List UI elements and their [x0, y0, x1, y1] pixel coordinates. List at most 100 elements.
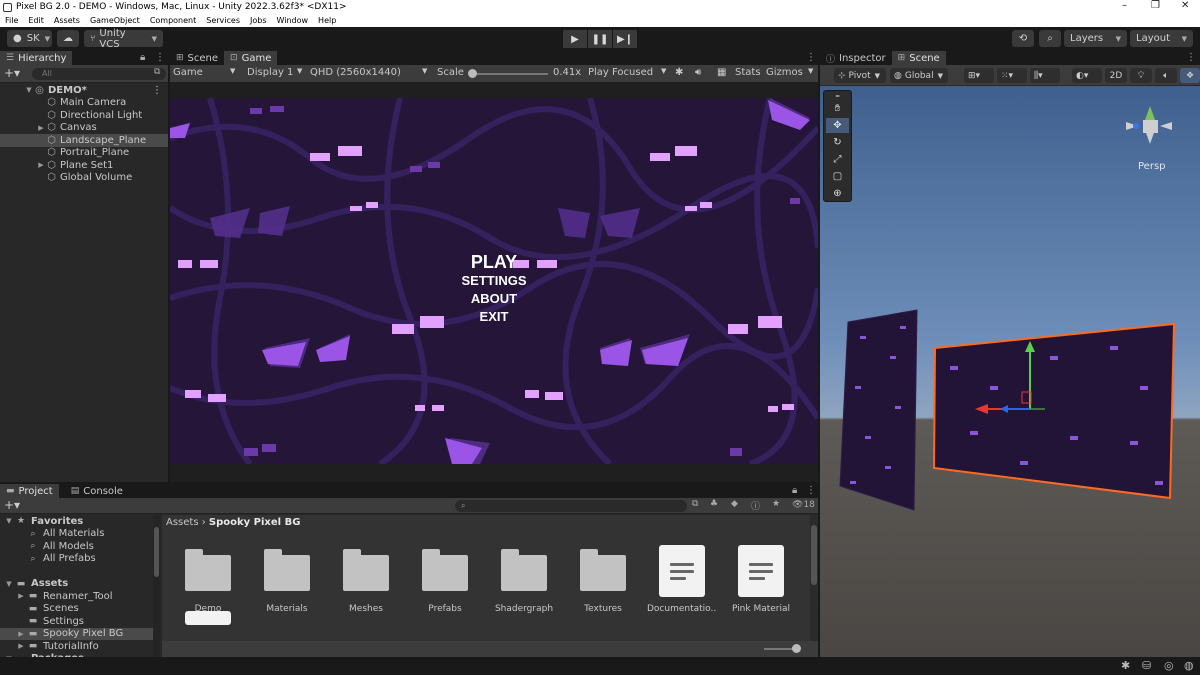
menu-services[interactable]: Services	[206, 16, 240, 25]
account-dropdown[interactable]: ● SK ▼	[7, 30, 52, 47]
project-search-input[interactable]: ⌕	[455, 500, 687, 512]
asset-item[interactable]: Prefabs	[410, 545, 480, 614]
menu-jobs[interactable]: Jobs	[250, 16, 267, 25]
orientation-gizmo[interactable]	[1126, 106, 1172, 144]
globe-icon[interactable]: ◍	[1184, 659, 1194, 672]
pause-button[interactable]: ❚❚	[588, 30, 612, 48]
asset-item[interactable]: Meshes	[331, 545, 401, 614]
asset-item[interactable]: Materials	[252, 545, 322, 614]
asset-item[interactable]: Shadergraph	[489, 545, 559, 614]
menu-settings[interactable]: SETTINGS	[170, 273, 818, 288]
scene-view[interactable]: ═ ✋︎ ✥ ↻ ⤢ ▢ ⊕ Persp	[820, 86, 1200, 657]
create-button[interactable]: +▾	[4, 498, 20, 512]
grid-snap-button[interactable]: ⊞▾	[964, 68, 994, 83]
scrollbar-thumb[interactable]	[811, 525, 817, 585]
gizmos-dropdown[interactable]: Gizmos	[766, 67, 803, 78]
menu-window[interactable]: Window	[277, 16, 309, 25]
close-button[interactable]: ✕	[1181, 0, 1189, 11]
hierarchy-item[interactable]: ▶ ⬡ Canvas	[0, 122, 168, 135]
asset-item[interactable]: Demo	[173, 545, 243, 614]
scene-menu-icon[interactable]: ⋮	[152, 85, 162, 96]
label-icon[interactable]: ◆	[731, 499, 738, 509]
tab-project[interactable]: ▬ Project	[0, 484, 59, 498]
hierarchy-search-input[interactable]: All	[32, 68, 166, 80]
expand-arrow-icon[interactable]: ▶	[15, 642, 27, 650]
hierarchy-item[interactable]: ⬡ Global Volume	[0, 172, 168, 185]
tab-scene-view[interactable]: ⊞ Scene	[891, 51, 946, 65]
hierarchy-item[interactable]: ▶ ⬡ Plane Set1	[0, 159, 168, 172]
project-tree-item[interactable]: ▼ ▬ Assets	[0, 578, 160, 591]
filter-icon[interactable]: ⧉	[154, 67, 160, 77]
keyboard-icon[interactable]: ▦	[717, 67, 726, 78]
expand-arrow-icon[interactable]: ▼	[24, 86, 34, 94]
lighting-toggle[interactable]: 💡︎	[1130, 68, 1152, 83]
audio-toggle[interactable]: 🔈︎	[1155, 68, 1177, 83]
asset-grid-scrollbar[interactable]	[810, 515, 818, 657]
lock-icon[interactable]: 🔒︎	[140, 52, 145, 63]
hidden-packages-toggle[interactable]: 👁︎18	[792, 500, 815, 510]
play-button[interactable]: ▶	[563, 30, 587, 48]
tab-hierarchy[interactable]: ☰ Hierarchy	[0, 51, 73, 65]
snap-increment-button[interactable]: ⁙▾	[997, 68, 1027, 83]
display-dropdown[interactable]: Display 1	[247, 67, 293, 78]
project-tree-item[interactable]: ▬ Scenes	[0, 603, 160, 616]
cloud-button[interactable]: ☁	[57, 30, 79, 47]
asset-item[interactable]: Textures	[568, 545, 638, 614]
asset-item[interactable]: Documentatio...	[647, 545, 717, 614]
project-tree-item[interactable]: ⌕ All Models	[0, 540, 160, 553]
menu-help[interactable]: Help	[318, 16, 336, 25]
panel-menu-icon[interactable]: ⋮	[155, 52, 165, 63]
mute-audio-icon[interactable]: 🔊︎	[695, 67, 701, 78]
portrait-plane[interactable]	[839, 309, 918, 511]
progress-icon[interactable]: ◎	[1164, 659, 1174, 672]
hierarchy-item[interactable]: ⬡ Portrait_Plane	[0, 147, 168, 160]
breadcrumb-current[interactable]: Spooky Pixel BG	[209, 517, 300, 528]
menu-file[interactable]: File	[5, 16, 18, 25]
landscape-plane[interactable]	[932, 322, 1176, 500]
toggle-2d-button[interactable]: 2D	[1105, 68, 1127, 83]
projection-label[interactable]: Persp	[1138, 161, 1166, 172]
expand-arrow-icon[interactable]: ▶	[15, 630, 27, 638]
expand-arrow-icon[interactable]: ▶	[15, 592, 27, 600]
expand-arrow-icon[interactable]: ▶	[36, 161, 46, 169]
scale-slider-handle[interactable]	[468, 69, 477, 78]
info-icon[interactable]: ⓘ	[751, 499, 760, 512]
step-button[interactable]: ▶❙	[613, 30, 637, 48]
view-mode-dropdown[interactable]: Game	[173, 67, 203, 78]
menu-assets[interactable]: Assets	[54, 16, 80, 25]
effects-toggle[interactable]: ❖	[1180, 68, 1200, 83]
draw-mode-button[interactable]: ◐▾	[1072, 68, 1102, 83]
undo-history-button[interactable]: ⟲	[1012, 30, 1034, 47]
scale-slider[interactable]	[470, 73, 548, 75]
tab-inspector[interactable]: ⓘ Inspector	[820, 51, 892, 65]
hierarchy-item[interactable]: ⬡ Landscape_Plane	[0, 134, 168, 147]
favorite-star-icon[interactable]: ★	[772, 499, 780, 509]
project-tree-item[interactable]: ▶ ▬ Spooky Pixel BG	[0, 627, 160, 640]
minimize-button[interactable]: –	[1122, 0, 1127, 11]
game-render-view[interactable]: PLAY SETTINGS ABOUT EXIT	[170, 98, 818, 464]
project-tree-item[interactable]: ⌕ All Prefabs	[0, 553, 160, 566]
search-button[interactable]: ⌕	[1039, 30, 1061, 47]
panel-menu-icon[interactable]: ⋮	[806, 52, 816, 63]
menu-exit[interactable]: EXIT	[170, 309, 818, 324]
cache-icon[interactable]: ⛁	[1142, 659, 1151, 672]
panel-menu-icon[interactable]: ⋮	[1186, 52, 1196, 63]
hierarchy-item[interactable]: ⬡ Main Camera	[0, 97, 168, 110]
scrollbar-thumb[interactable]	[154, 527, 159, 577]
panel-menu-icon[interactable]: ⋮	[806, 485, 816, 496]
resolution-dropdown[interactable]: QHD (2560x1440)	[310, 67, 401, 78]
asset-item[interactable]: Pink Material	[726, 545, 796, 614]
layers-dropdown[interactable]: Layers ▼	[1064, 30, 1127, 47]
hierarchy-item[interactable]: ⬡ Directional Light	[0, 109, 168, 122]
expand-arrow-icon[interactable]: ▶	[36, 124, 46, 132]
debug-icon[interactable]: ✱	[1121, 659, 1130, 672]
icon-size-slider-handle[interactable]	[792, 644, 801, 653]
filter-type-icon[interactable]: ♣	[710, 499, 718, 509]
vcs-dropdown[interactable]: ⑂ Unity VCS ▼	[84, 28, 163, 50]
tab-console[interactable]: ▤ Console	[65, 484, 129, 498]
folder-tree-scrollbar[interactable]	[153, 515, 160, 657]
maximize-button[interactable]: ❐	[1151, 0, 1160, 11]
search-by-type-icon[interactable]: ⧉	[692, 499, 698, 509]
breadcrumb-assets[interactable]: Assets	[166, 517, 199, 528]
project-tree-item[interactable]: ▼ ★ Favorites	[0, 515, 160, 528]
